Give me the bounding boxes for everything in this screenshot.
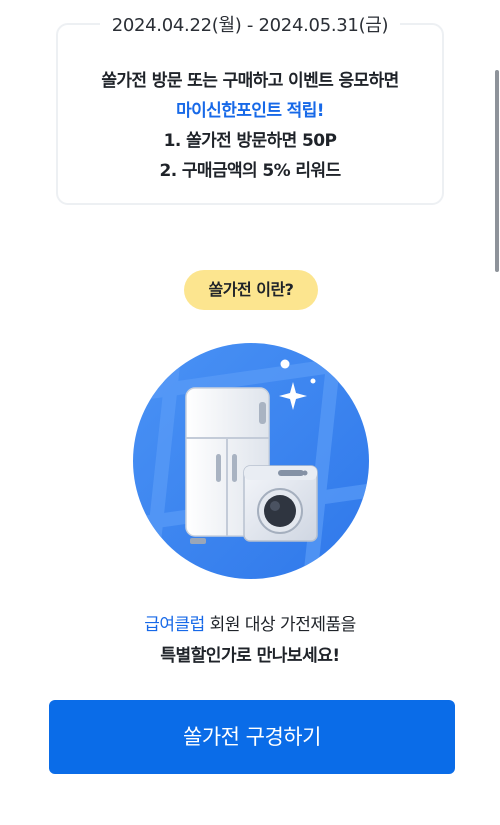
event-period: 2024.04.22(월) - 2024.05.31(금) [100, 12, 400, 40]
appliance-illustration [128, 338, 374, 584]
salary-club-link: 급여클럽 [144, 615, 205, 635]
event-line-3: 1. 쏠가전 방문하면 50P [163, 131, 337, 151]
event-details: 쏠가전 방문 또는 구매하고 이벤트 응모하면 마이신한포인트 적립! 1. 쏠… [56, 66, 444, 186]
event-line-1: 쏠가전 방문 또는 구매하고 이벤트 응모하면 [101, 71, 399, 91]
description-line-1-text: 회원 대상 가전제품을 [204, 615, 357, 635]
refrigerator-and-washing-machine-icon [133, 343, 369, 579]
description-line-1: 급여클럽 회원 대상 가전제품을 [0, 610, 500, 641]
browse-appliances-button[interactable]: 쏠가전 구경하기 [49, 700, 455, 774]
description-line-2: 특별할인가로 만나보세요! [160, 646, 340, 666]
description: 급여클럽 회원 대상 가전제품을 특별할인가로 만나보세요! [0, 610, 500, 672]
what-is-badge: 쏠가전 이란? [184, 270, 318, 310]
event-line-4: 2. 구매금액의 5% 리워드 [159, 161, 341, 181]
event-line-highlight: 마이신한포인트 적립! [176, 101, 324, 121]
scrollbar[interactable] [495, 70, 499, 272]
